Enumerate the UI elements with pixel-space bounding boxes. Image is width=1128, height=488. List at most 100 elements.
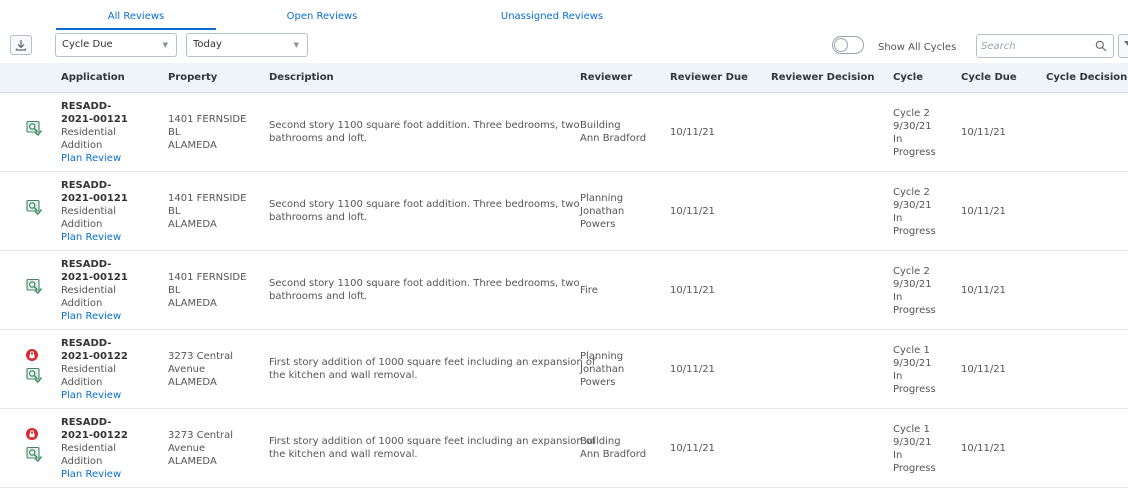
col-reviewer[interactable]: Reviewer xyxy=(580,72,632,83)
cycle-line1: Cycle 1 xyxy=(893,424,930,435)
table-row[interactable]: RESADD- 2021-00121 Residential Addition … xyxy=(0,172,1128,251)
plan-review-icon[interactable] xyxy=(26,367,42,383)
plan-review-icon[interactable] xyxy=(26,446,42,462)
table-header: Application Property Description Reviewe… xyxy=(0,63,1128,93)
cycle-line2: 9/30/21 xyxy=(893,121,932,132)
table-row[interactable]: RESADD- 2021-00121 Residential Addition … xyxy=(0,93,1128,172)
col-application[interactable]: Application xyxy=(61,72,125,83)
col-description[interactable]: Description xyxy=(269,72,334,83)
reviewer-line3: Powers xyxy=(580,219,616,230)
reviewer-line1: Planning xyxy=(580,193,624,204)
cycle-due-cell: 10/11/21 xyxy=(961,127,1006,138)
property-line3: ALAMEDA xyxy=(168,298,217,309)
application-cell: RESADD- 2021-00121 Residential Addition … xyxy=(61,179,128,244)
reviewer-line3: Powers xyxy=(580,377,616,388)
plan-review-link[interactable]: Plan Review xyxy=(61,231,128,244)
date-range-select[interactable]: Today ▼ xyxy=(186,33,308,57)
plan-review-link[interactable]: Plan Review xyxy=(61,389,128,402)
property-cell: 1401 FERNSIDE BL ALAMEDA xyxy=(168,271,246,310)
description-line1: First story addition of 1000 square feet… xyxy=(269,357,596,368)
plan-review-link[interactable]: Plan Review xyxy=(61,468,128,481)
description-line1: Second story 1100 square foot addition. … xyxy=(269,278,580,289)
search-box xyxy=(976,34,1114,58)
filter-button[interactable] xyxy=(1118,34,1128,58)
col-reviewer-due[interactable]: Reviewer Due xyxy=(670,72,748,83)
application-number-line2: 2021-00121 xyxy=(61,114,128,125)
row-icons xyxy=(26,278,42,294)
plan-review-link[interactable]: Plan Review xyxy=(61,310,128,323)
toolbar: Cycle Due ▼ Today ▼ Show All Cycles xyxy=(0,31,1128,61)
col-reviewer-decision[interactable]: Reviewer Decision xyxy=(771,72,874,83)
reviewer-due-cell: 10/11/21 xyxy=(670,443,715,454)
col-property[interactable]: Property xyxy=(168,72,217,83)
cycle-line4: Progress xyxy=(893,147,936,158)
date-range-select-value: Today xyxy=(193,39,222,50)
plan-review-icon[interactable] xyxy=(26,120,42,136)
search-icon[interactable] xyxy=(1095,40,1107,52)
reviewer-due-cell: 10/11/21 xyxy=(670,285,715,296)
cycle-cell: Cycle 2 9/30/21 In Progress xyxy=(893,265,936,317)
reviewer-due-cell: 10/11/21 xyxy=(670,127,715,138)
property-cell: 3273 Central Avenue ALAMEDA xyxy=(168,429,233,468)
description-cell: First story addition of 1000 square feet… xyxy=(269,356,596,382)
table-row[interactable]: RESADD- 2021-00122 Residential Addition … xyxy=(0,330,1128,409)
tab-unassigned-reviews[interactable]: Unassigned Reviews xyxy=(482,11,622,30)
row-icons xyxy=(26,199,42,215)
application-number-line1: RESADD- xyxy=(61,338,112,349)
chevron-down-icon: ▼ xyxy=(293,41,299,49)
cycle-line4: Progress xyxy=(893,463,936,474)
cycle-cell: Cycle 2 9/30/21 In Progress xyxy=(893,186,936,238)
reviewer-due-cell: 10/11/21 xyxy=(670,206,715,217)
property-line1: 3273 Central xyxy=(168,430,234,441)
toggle-knob xyxy=(834,38,848,52)
property-cell: 1401 FERNSIDE BL ALAMEDA xyxy=(168,192,246,231)
property-cell: 1401 FERNSIDE BL ALAMEDA xyxy=(168,113,246,152)
reviewer-cell: Building Ann Bradford xyxy=(580,119,646,145)
col-cycle-due[interactable]: Cycle Due xyxy=(961,72,1017,83)
col-cycle[interactable]: Cycle xyxy=(893,72,923,83)
description-cell: Second story 1100 square foot addition. … xyxy=(269,198,580,224)
search-input[interactable] xyxy=(981,38,1085,54)
application-number-line2: 2021-00121 xyxy=(61,272,128,283)
lock-icon xyxy=(26,349,38,361)
plan-review-link[interactable]: Plan Review xyxy=(61,152,128,165)
application-type-line1: Residential xyxy=(61,285,117,296)
reviewer-cell: Planning Jonathan Powers xyxy=(580,192,624,231)
property-line1: 1401 FERNSIDE xyxy=(168,193,247,204)
plan-review-icon[interactable] xyxy=(26,278,42,294)
show-all-cycles-label: Show All Cycles xyxy=(878,42,957,53)
cycle-due-cell: 10/11/21 xyxy=(961,285,1006,296)
reviewer-due-cell: 10/11/21 xyxy=(670,364,715,375)
property-line2: Avenue xyxy=(168,443,206,454)
description-line2: bathrooms and loft. xyxy=(269,291,368,302)
show-all-cycles-toggle[interactable] xyxy=(832,36,864,54)
application-number-line2: 2021-00122 xyxy=(61,351,128,362)
application-number-line2: 2021-00121 xyxy=(61,193,128,204)
application-type-line2: Addition xyxy=(61,219,103,230)
filter-icon xyxy=(1124,41,1128,51)
cycle-line1: Cycle 2 xyxy=(893,187,930,198)
table-row[interactable]: RESADD- 2021-00121 Residential Addition … xyxy=(0,251,1128,330)
col-cycle-decision[interactable]: Cycle Decision xyxy=(1046,72,1127,83)
tab-bar: All Reviews Open Reviews Unassigned Revi… xyxy=(0,0,1128,30)
chevron-down-icon: ▼ xyxy=(162,41,168,49)
tab-all-reviews[interactable]: All Reviews xyxy=(56,11,216,30)
reviewer-line1: Building xyxy=(580,436,621,447)
plan-review-icon[interactable] xyxy=(26,199,42,215)
row-icons xyxy=(26,120,42,136)
table-row[interactable]: RESADD- 2021-00122 Residential Addition … xyxy=(0,409,1128,488)
application-number-line1: RESADD- xyxy=(61,259,112,270)
application-type-line1: Residential xyxy=(61,127,117,138)
download-button[interactable] xyxy=(10,35,32,55)
cycle-due-select-value: Cycle Due xyxy=(62,39,113,50)
description-line2: the kitchen and wall removal. xyxy=(269,370,418,381)
property-line3: ALAMEDA xyxy=(168,140,217,151)
tab-open-reviews[interactable]: Open Reviews xyxy=(262,11,382,30)
application-type-line1: Residential xyxy=(61,364,117,375)
cycle-line4: Progress xyxy=(893,384,936,395)
description-line1: First story addition of 1000 square feet… xyxy=(269,436,596,447)
download-icon xyxy=(15,40,27,51)
cycle-line4: Progress xyxy=(893,305,936,316)
cycle-due-select[interactable]: Cycle Due ▼ xyxy=(55,33,177,57)
property-line3: ALAMEDA xyxy=(168,456,217,467)
